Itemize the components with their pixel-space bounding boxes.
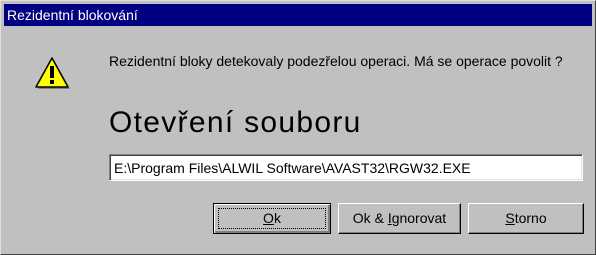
storno-button[interactable]: Storno xyxy=(468,203,584,234)
ok-button-label: Ok xyxy=(263,210,281,226)
ok-ignore-button[interactable]: Ok & Ignorovat xyxy=(338,203,461,234)
file-path-field[interactable] xyxy=(109,154,583,181)
title-bar[interactable]: Rezidentní blokování xyxy=(4,4,592,26)
window-title: Rezidentní blokování xyxy=(7,7,138,23)
dialog-window: Rezidentní blokování Rezidentní bloky de… xyxy=(0,0,596,255)
operation-title: Otevření souboru xyxy=(109,106,362,139)
ok-ignore-button-label: Ok & Ignorovat xyxy=(352,210,447,226)
warning-icon xyxy=(35,57,70,89)
message-text: Rezidentní bloky detekovaly podezřelou o… xyxy=(109,53,563,69)
storno-button-label: Storno xyxy=(505,210,547,226)
ok-button[interactable]: Ok xyxy=(213,203,331,234)
